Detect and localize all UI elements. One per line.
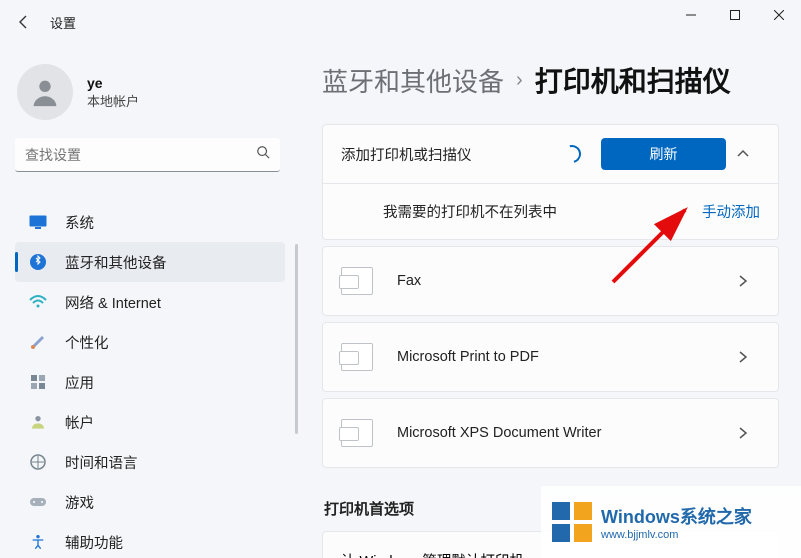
sidebar-item-network[interactable]: 网络 & Internet: [15, 282, 285, 322]
sidebar-scrollbar[interactable]: [295, 244, 298, 434]
close-button[interactable]: [757, 0, 801, 30]
printer-icon: [341, 419, 373, 447]
breadcrumb-parent[interactable]: 蓝牙和其他设备: [322, 62, 504, 99]
printer-item-pdf[interactable]: Microsoft Print to PDF: [322, 322, 779, 392]
watermark: Windows系统之家 www.bjjmlv.com: [541, 486, 801, 558]
sidebar-item-accounts[interactable]: 帐户: [15, 402, 285, 442]
search-icon: [256, 145, 270, 164]
sidebar-item-label: 辅助功能: [65, 532, 123, 553]
sidebar-item-label: 网络 & Internet: [65, 292, 161, 313]
sidebar-item-time-language[interactable]: 时间和语言: [15, 442, 285, 482]
user-name: ye: [87, 75, 139, 91]
search-input[interactable]: [25, 147, 256, 163]
sidebar-item-label: 系统: [65, 212, 94, 233]
watermark-brand: Windows系统之家: [601, 503, 752, 529]
watermark-logo-icon: [549, 499, 595, 545]
chevron-up-icon: [737, 148, 749, 160]
collapse-button[interactable]: [726, 148, 760, 160]
minimize-button[interactable]: [669, 0, 713, 30]
chevron-right-icon: [726, 275, 760, 287]
user-account-type: 本地帐户: [87, 91, 139, 110]
sidebar-item-label: 蓝牙和其他设备: [65, 252, 167, 273]
breadcrumb: 蓝牙和其他设备 › 打印机和扫描仪: [322, 60, 779, 100]
chevron-right-icon: [726, 427, 760, 439]
sidebar-item-apps[interactable]: 应用: [15, 362, 285, 402]
manual-add-button[interactable]: 手动添加: [702, 201, 760, 222]
back-button[interactable]: [4, 2, 44, 42]
sidebar-item-label: 个性化: [65, 332, 109, 353]
bluetooth-icon: [27, 251, 49, 273]
watermark-url: www.bjjmlv.com: [601, 529, 752, 541]
refresh-button[interactable]: 刷新: [601, 138, 726, 170]
sidebar-item-system[interactable]: 系统: [15, 202, 285, 242]
gamepad-icon: [27, 491, 49, 513]
sidebar-item-gaming[interactable]: 游戏: [15, 482, 285, 522]
sidebar-item-label: 游戏: [65, 492, 94, 513]
search-box[interactable]: [15, 138, 280, 172]
loading-spinner-icon: [560, 142, 585, 167]
wifi-icon: [27, 291, 49, 313]
sidebar-item-personalization[interactable]: 个性化: [15, 322, 285, 362]
avatar: [17, 64, 73, 120]
maximize-button[interactable]: [713, 0, 757, 30]
printer-icon: [341, 343, 373, 371]
clock-globe-icon: [27, 451, 49, 473]
printer-name: Fax: [397, 273, 726, 289]
chevron-right-icon: ›: [516, 69, 523, 92]
printer-item-fax[interactable]: Fax: [322, 246, 779, 316]
apps-icon: [27, 371, 49, 393]
chevron-right-icon: [726, 351, 760, 363]
window-title: 设置: [50, 13, 76, 32]
brush-icon: [27, 331, 49, 353]
printer-icon: [341, 267, 373, 295]
printer-item-xps[interactable]: Microsoft XPS Document Writer: [322, 398, 779, 468]
printer-name: Microsoft XPS Document Writer: [397, 425, 726, 441]
sidebar-item-bluetooth[interactable]: 蓝牙和其他设备: [15, 242, 285, 282]
not-in-list-label: 我需要的打印机不在列表中: [383, 201, 702, 222]
add-printer-label: 添加打印机或扫描仪: [341, 144, 563, 165]
accessibility-icon: [27, 531, 49, 553]
person-icon: [27, 411, 49, 433]
sidebar-item-label: 时间和语言: [65, 452, 138, 473]
user-block[interactable]: ye 本地帐户: [15, 54, 285, 138]
sidebar-item-label: 应用: [65, 372, 94, 393]
breadcrumb-current: 打印机和扫描仪: [535, 60, 731, 100]
printer-name: Microsoft Print to PDF: [397, 349, 726, 365]
sidebar-item-label: 帐户: [65, 412, 94, 433]
monitor-icon: [27, 211, 49, 233]
sidebar-item-accessibility[interactable]: 辅助功能: [15, 522, 285, 558]
